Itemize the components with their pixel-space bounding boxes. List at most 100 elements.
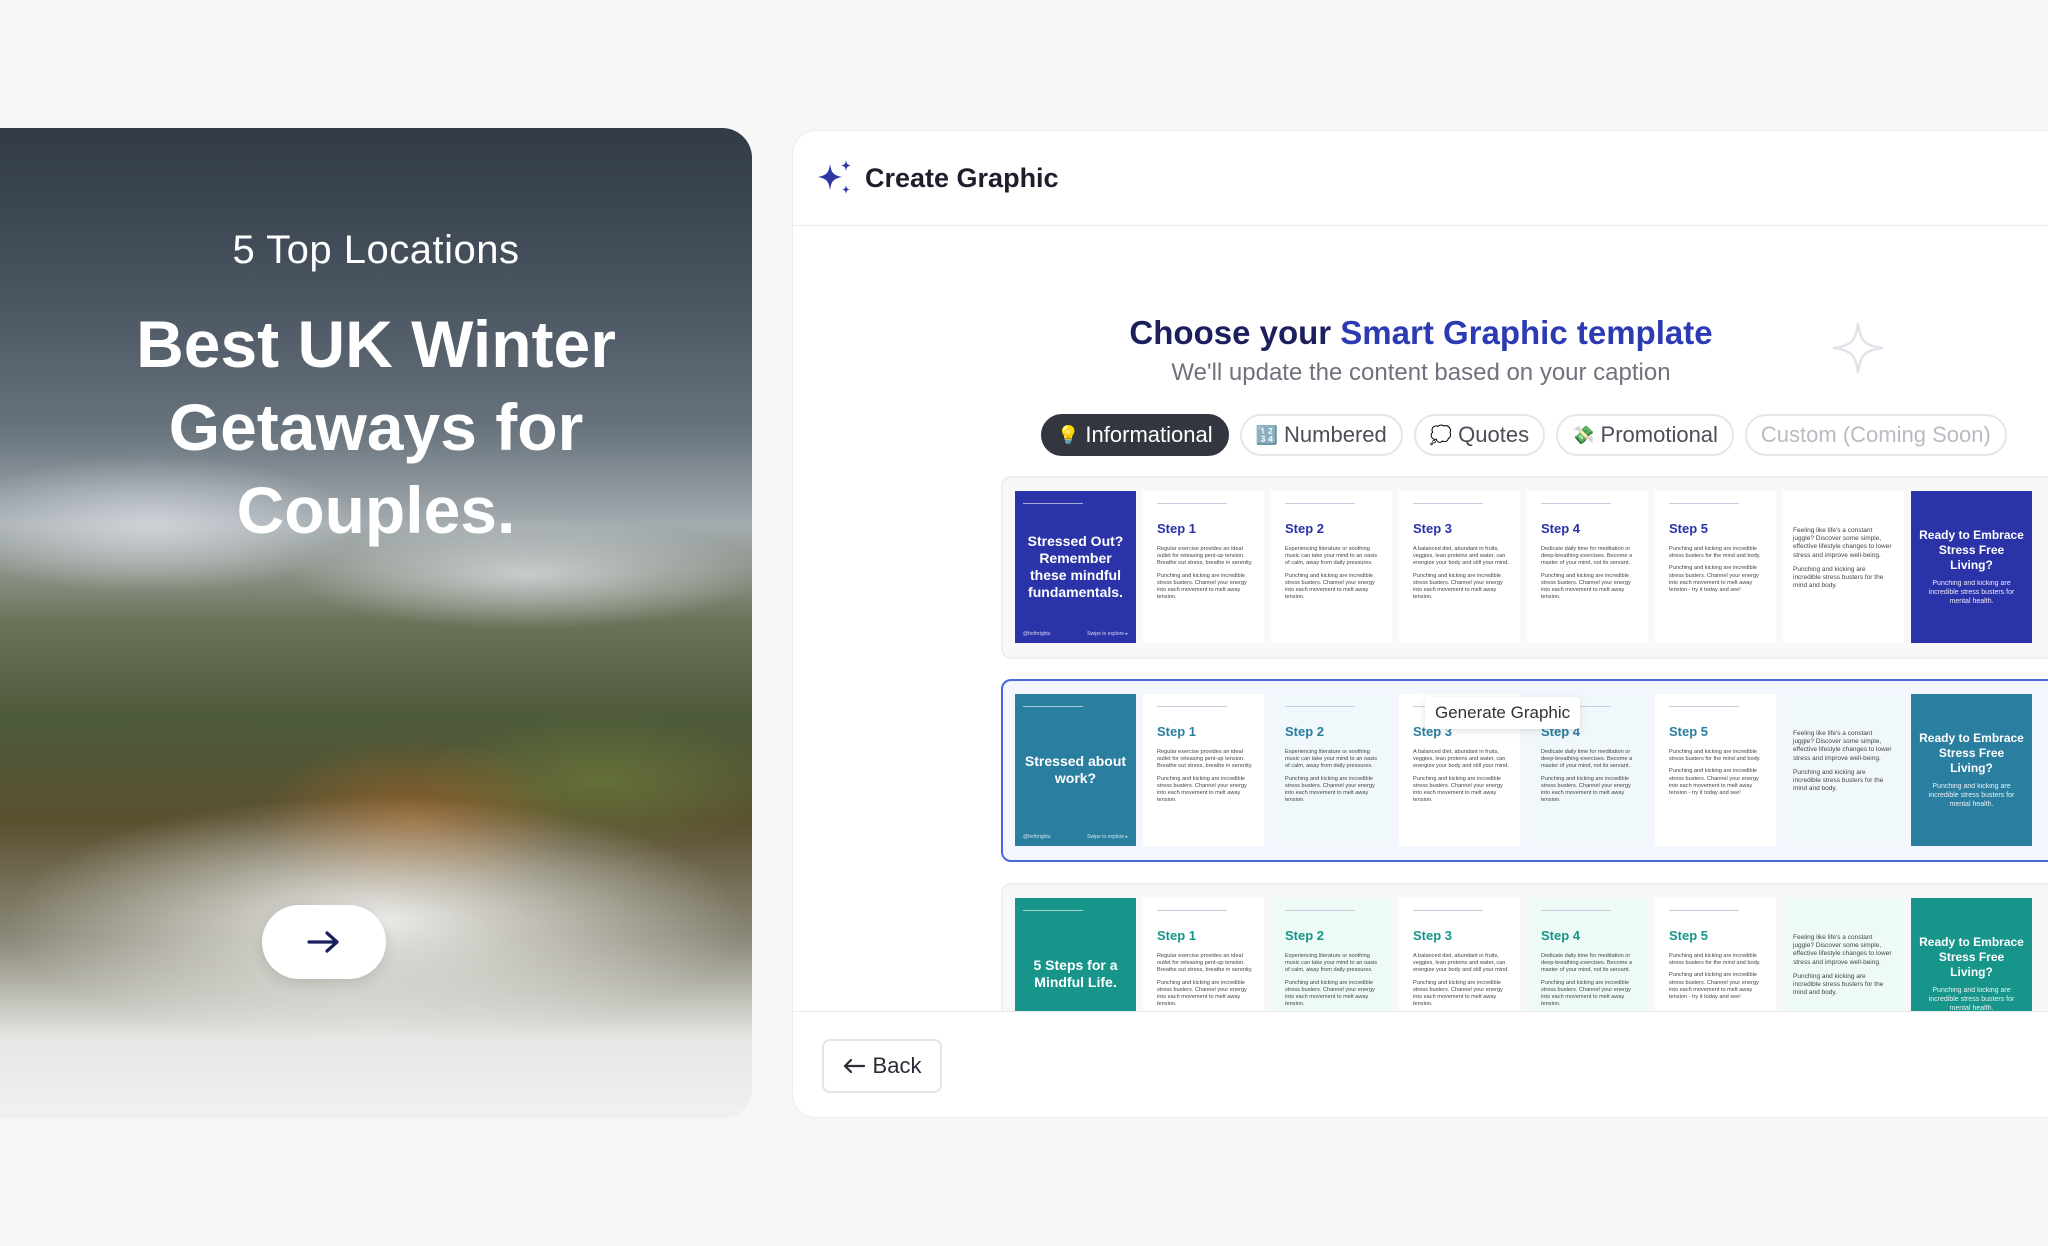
- step-body: Punching and kicking are incredible stre…: [1669, 749, 1766, 802]
- template-step-slide: Step 5 Punching and kicking are incredibl…: [1655, 694, 1776, 846]
- step-body: Dedicate daily time for meditation or de…: [1541, 953, 1638, 1011]
- template-step-slide: Step 4 Dedicate daily time for meditation…: [1527, 491, 1648, 643]
- end-subtitle: Punching and kicking are incredible stre…: [1928, 580, 2015, 605]
- intro-body: Feeling like life's a constant juggle? D…: [1793, 730, 1894, 799]
- step-text: Dedicate daily time for meditation or de…: [1541, 546, 1633, 567]
- next-slide-button[interactable]: [262, 905, 386, 979]
- intro-body: Feeling like life's a constant juggle? D…: [1793, 527, 1894, 596]
- create-graphic-panel: Create Graphic Choose your Smart Graphic…: [792, 130, 2048, 1118]
- step-body: Dedicate daily time for meditation or de…: [1541, 749, 1638, 809]
- step-text: Dedicate daily time for meditation or de…: [1541, 749, 1633, 770]
- intro-body: Feeling like life's a constant juggle? D…: [1793, 934, 1894, 1003]
- template-step-slide: Step 1 Regular exercise provides an ideal…: [1143, 491, 1264, 643]
- generate-graphic-tooltip: Generate Graphic: [1425, 697, 1581, 729]
- step-body: Experiencing literature or soothing musi…: [1285, 953, 1382, 1011]
- tab-label: Informational: [1085, 422, 1213, 447]
- end-title: Ready to Embrace Stress Free Living?: [1919, 935, 2024, 979]
- step-body: Regular exercise provides an ideal outle…: [1157, 749, 1254, 809]
- back-button[interactable]: Back: [822, 1039, 942, 1093]
- tab-emoji-icon: 💡: [1057, 424, 1080, 445]
- tab-label: Numbered: [1284, 422, 1387, 447]
- tab-emoji-icon: 💸: [1572, 424, 1595, 445]
- template-end-slide: Ready to Embrace Stress Free Living? Punc…: [1911, 898, 2032, 1011]
- step-divider: [1669, 910, 1739, 911]
- template-cover-slide: Stressed Out? Remember these mindful fun…: [1015, 491, 1136, 643]
- step-text: Experiencing literature or soothing musi…: [1285, 546, 1378, 567]
- step-body: Punching and kicking are incredible stre…: [1669, 953, 1766, 1006]
- step-divider: [1541, 503, 1611, 504]
- step-divider: [1669, 706, 1739, 707]
- step-divider: [1285, 503, 1355, 504]
- step-body: A balanced diet, abundant in fruits, veg…: [1413, 546, 1510, 606]
- step-body: Dedicate daily time for meditation or de…: [1541, 546, 1638, 606]
- step-divider: [1413, 503, 1483, 504]
- tab-custom: Custom (Coming Soon): [1744, 414, 2007, 456]
- step-title: Step 1: [1157, 521, 1197, 536]
- back-button-label: Back: [872, 1053, 922, 1078]
- step-text: Punching and kicking are incredible stre…: [1285, 979, 1375, 1008]
- step-text: Punching and kicking are incredible stre…: [1541, 979, 1631, 1008]
- step-text: Punching and kicking are incredible stre…: [1669, 972, 1759, 1001]
- step-body: Experiencing literature or soothing musi…: [1285, 546, 1382, 606]
- step-body: Regular exercise provides an ideal outle…: [1157, 546, 1254, 606]
- cover-handle: @forthrightu: [1023, 631, 1051, 637]
- tab-emoji-icon: 💭: [1429, 424, 1453, 445]
- cover-footer: @forthrightu Swipe to explore ▸: [1023, 834, 1128, 840]
- panel-footer: Back: [793, 1011, 2048, 1117]
- template-intro-slide: Feeling like life's a constant juggle? D…: [1783, 898, 1904, 1011]
- step-text: Punching and kicking are incredible stre…: [1413, 979, 1503, 1008]
- step-title: Step 4: [1541, 928, 1581, 943]
- template-list: 5 Steps for a Mindful Life.@forthrightuS…: [1001, 476, 2048, 1011]
- tab-numbered[interactable]: 🔢 Numbered: [1239, 414, 1403, 456]
- intro-text: Feeling like life's a constant juggle? D…: [1793, 730, 1892, 762]
- hero-title: Best UK Winter Getaways for Couples.: [136, 307, 616, 547]
- step-text: Punching and kicking are incredible stre…: [1541, 775, 1631, 804]
- template-option[interactable]: Stressed Out? Remember these mindful fun…: [1001, 476, 2048, 659]
- cover-swipe-hint: Swipe to explore ▸: [1087, 631, 1128, 637]
- template-step-slide: Step 1 Regular exercise provides an ideal…: [1143, 694, 1264, 846]
- template-step-slide: Step 4 Dedicate daily time for meditation…: [1527, 898, 1648, 1011]
- step-divider: [1157, 910, 1227, 911]
- template-step-slide: Step 1 Regular exercise provides an ideal…: [1143, 898, 1264, 1011]
- tab-quotes[interactable]: 💭 Quotes: [1413, 414, 1546, 456]
- template-cover-slide: 5 Steps for a Mindful Life.@forthrightuS…: [1015, 898, 1136, 1011]
- template-step-slide: Step 5 Punching and kicking are incredibl…: [1655, 491, 1776, 643]
- step-text: Regular exercise provides an ideal outle…: [1157, 749, 1253, 770]
- step-text: Punching and kicking are incredible stre…: [1669, 546, 1761, 560]
- end-title: Ready to Embrace Stress Free Living?: [1919, 731, 2024, 775]
- step-title: Step 2: [1285, 928, 1325, 943]
- tab-label: Custom (Coming Soon): [1760, 422, 1991, 447]
- step-title: Step 3: [1413, 928, 1453, 943]
- cover-title: Stressed Out? Remember these mindful fun…: [1027, 533, 1124, 600]
- tab-promotional[interactable]: 💸 Promotional: [1556, 414, 1734, 456]
- step-text: Experiencing literature or soothing musi…: [1285, 953, 1378, 974]
- preview-card: 5 Top Locations Best UK Winter Getaways …: [0, 128, 752, 1119]
- template-option[interactable]: 5 Steps for a Mindful Life.@forthrightuS…: [1001, 883, 2048, 1011]
- end-subtitle: Punching and kicking are incredible stre…: [1928, 987, 2015, 1011]
- step-divider: [1157, 503, 1227, 504]
- tab-informational[interactable]: 💡 Informational: [1041, 414, 1229, 456]
- template-intro-slide: Feeling like life's a constant juggle? D…: [1783, 491, 1904, 643]
- step-body: Regular exercise provides an ideal outle…: [1157, 953, 1254, 1011]
- heading-prefix: Choose your: [1129, 314, 1341, 351]
- tab-label: Quotes: [1458, 422, 1530, 447]
- step-text: Punching and kicking are incredible stre…: [1285, 572, 1375, 601]
- step-text: Punching and kicking are incredible stre…: [1541, 572, 1631, 601]
- hero-subtitle: 5 Top Locations: [232, 228, 520, 272]
- cover-swipe-hint: Swipe to explore ▸: [1087, 834, 1128, 840]
- arrow-left-icon: [843, 1058, 865, 1074]
- step-text: Punching and kicking are incredible stre…: [1669, 768, 1759, 797]
- template-end-slide: Ready to Embrace Stress Free Living? Punc…: [1911, 491, 2032, 643]
- step-title: Step 4: [1541, 521, 1581, 536]
- step-text: Punching and kicking are incredible stre…: [1157, 572, 1247, 601]
- cover-title: Stressed about work?: [1024, 753, 1127, 786]
- step-title: Step 2: [1285, 521, 1325, 536]
- step-text: Punching and kicking are incredible stre…: [1157, 775, 1247, 804]
- cover-divider: [1023, 503, 1083, 504]
- step-body: Experiencing literature or soothing musi…: [1285, 749, 1382, 809]
- step-divider: [1413, 910, 1483, 911]
- template-step-slide: Step 2 Experiencing literature or soothin…: [1271, 898, 1392, 1011]
- step-text: A balanced diet, abundant in fruits, veg…: [1413, 546, 1509, 567]
- step-text: Punching and kicking are incredible stre…: [1669, 953, 1761, 967]
- heading-accent: Smart Graphic template: [1340, 314, 1713, 351]
